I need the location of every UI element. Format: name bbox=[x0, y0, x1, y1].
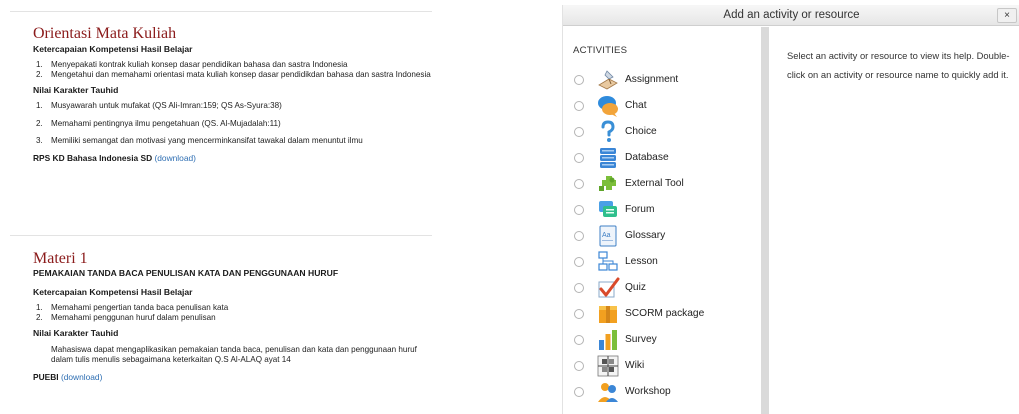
option-external-tool[interactable]: External Tool bbox=[563, 171, 761, 197]
section-title: Materi 1 bbox=[33, 250, 88, 267]
character-heading: Nilai Karakter Tauhid bbox=[33, 85, 119, 96]
glossary-icon: Aa bbox=[599, 225, 617, 247]
lesson-icon bbox=[598, 251, 618, 271]
svg-text:Aa: Aa bbox=[602, 232, 611, 239]
resource-line: PUEBI (download) bbox=[33, 372, 432, 383]
option-radio[interactable] bbox=[574, 75, 584, 85]
dialog-header: Add an activity or resource × bbox=[563, 5, 1019, 26]
list-item: 2. Memahami penggunan huruf dalam penulis… bbox=[36, 312, 216, 322]
competency-list: 1. Memahami pengertian tanda baca penulis… bbox=[33, 303, 432, 322]
activities-heading: ACTIVITIES bbox=[573, 45, 628, 56]
list-item: 1. Musyawarah untuk mufakat (QS Ali-Imran… bbox=[36, 101, 282, 111]
options-scrollbar[interactable] bbox=[761, 27, 769, 414]
option-glossary[interactable]: Aa Glossary bbox=[563, 223, 761, 249]
help-text: Select an activity or resource to view i… bbox=[787, 50, 1010, 80]
option-lesson[interactable]: Lesson bbox=[563, 249, 761, 275]
option-radio[interactable] bbox=[574, 179, 584, 189]
choice-icon bbox=[601, 120, 615, 142]
character-text: Mahasiswa dapat mengaplikasikan pemakaia… bbox=[51, 345, 417, 364]
forum-icon bbox=[599, 201, 617, 217]
list-item: 1. Memahami pengertian tanda baca penulis… bbox=[36, 303, 229, 312]
list-item: 3. Memiliki semangat dan motivasi yang me… bbox=[36, 136, 363, 146]
section-materi-1: Materi 1 PEMAKAIAN TANDA BACA PENULISAN … bbox=[33, 250, 432, 383]
option-radio[interactable] bbox=[574, 101, 584, 111]
option-radio[interactable] bbox=[574, 257, 584, 267]
assignment-icon bbox=[598, 70, 618, 90]
list-item: 2. Memahami pentingnya ilmu pengetahuan (… bbox=[36, 118, 281, 128]
close-button[interactable]: × bbox=[997, 8, 1017, 23]
course-page: Orientasi Mata Kuliah Ketercapaian Kompe… bbox=[0, 0, 432, 414]
option-choice[interactable]: Choice bbox=[563, 119, 761, 145]
download-link[interactable]: (download) bbox=[61, 372, 102, 382]
option-radio[interactable] bbox=[574, 231, 584, 241]
option-forum[interactable]: Forum bbox=[563, 197, 761, 223]
option-radio[interactable] bbox=[574, 361, 584, 371]
section-orientasi: Orientasi Mata Kuliah Ketercapaian Kompe… bbox=[33, 25, 432, 164]
character-list: 1. Musyawarah untuk mufakat (QS Ali-Imran… bbox=[33, 101, 432, 146]
character-heading: Nilai Karakter Tauhid bbox=[33, 328, 119, 339]
option-radio[interactable] bbox=[574, 335, 584, 345]
option-radio[interactable] bbox=[574, 205, 584, 215]
activity-options-list: ACTIVITIES Assignment Chat Choice Databa… bbox=[563, 27, 761, 414]
competency-heading: Ketercapaian Kompetensi Hasil Belajar bbox=[33, 287, 193, 297]
section-divider bbox=[10, 11, 432, 12]
option-radio[interactable] bbox=[574, 153, 584, 163]
database-icon bbox=[600, 148, 616, 168]
resource-name: PUEBI bbox=[33, 372, 59, 383]
scorm-package-icon bbox=[599, 306, 617, 323]
option-radio[interactable] bbox=[574, 309, 584, 319]
dialog-title: Add an activity or resource bbox=[723, 9, 860, 21]
competency-list: 1. Menyepakati kontrak kuliah konsep dasa… bbox=[33, 60, 432, 79]
resource-line: RPS KD Bahasa Indonesia SD (download) bbox=[33, 153, 432, 164]
option-wiki[interactable]: Wiki bbox=[563, 353, 761, 379]
option-radio[interactable] bbox=[574, 127, 584, 137]
wiki-icon bbox=[597, 355, 619, 377]
workshop-icon bbox=[598, 383, 618, 402]
option-database[interactable]: Database bbox=[563, 145, 761, 171]
survey-icon bbox=[599, 330, 617, 350]
list-item: 1. Menyepakati kontrak kuliah konsep dasa… bbox=[36, 60, 348, 69]
list-item: 2. Mengetahui dan memahami orientasi mata… bbox=[36, 69, 431, 79]
chat-icon bbox=[598, 96, 618, 117]
resource-name: RPS KD Bahasa Indonesia SD bbox=[33, 152, 153, 163]
section-title: Orientasi Mata Kuliah bbox=[33, 25, 177, 42]
option-chat[interactable]: Chat bbox=[563, 93, 761, 119]
competency-heading: Ketercapaian Kompetensi Hasil Belajar bbox=[33, 44, 193, 54]
option-survey[interactable]: Survey bbox=[563, 327, 761, 353]
option-radio[interactable] bbox=[574, 283, 584, 293]
option-workshop[interactable]: Workshop bbox=[563, 379, 761, 405]
download-link[interactable]: (download) bbox=[154, 153, 195, 163]
quiz-icon bbox=[598, 277, 620, 298]
option-radio[interactable] bbox=[574, 387, 584, 397]
option-assignment[interactable]: Assignment bbox=[563, 67, 761, 93]
option-scorm-package[interactable]: SCORM package bbox=[563, 301, 761, 327]
activity-chooser-dialog: Add an activity or resource × ACTIVITIES… bbox=[562, 5, 1019, 414]
section-divider bbox=[10, 235, 432, 236]
option-quiz[interactable]: Quiz bbox=[563, 275, 761, 301]
external-tool-icon bbox=[599, 176, 616, 191]
section-subtitle: PEMAKAIAN TANDA BACA PENULISAN KATA DAN … bbox=[33, 268, 339, 278]
